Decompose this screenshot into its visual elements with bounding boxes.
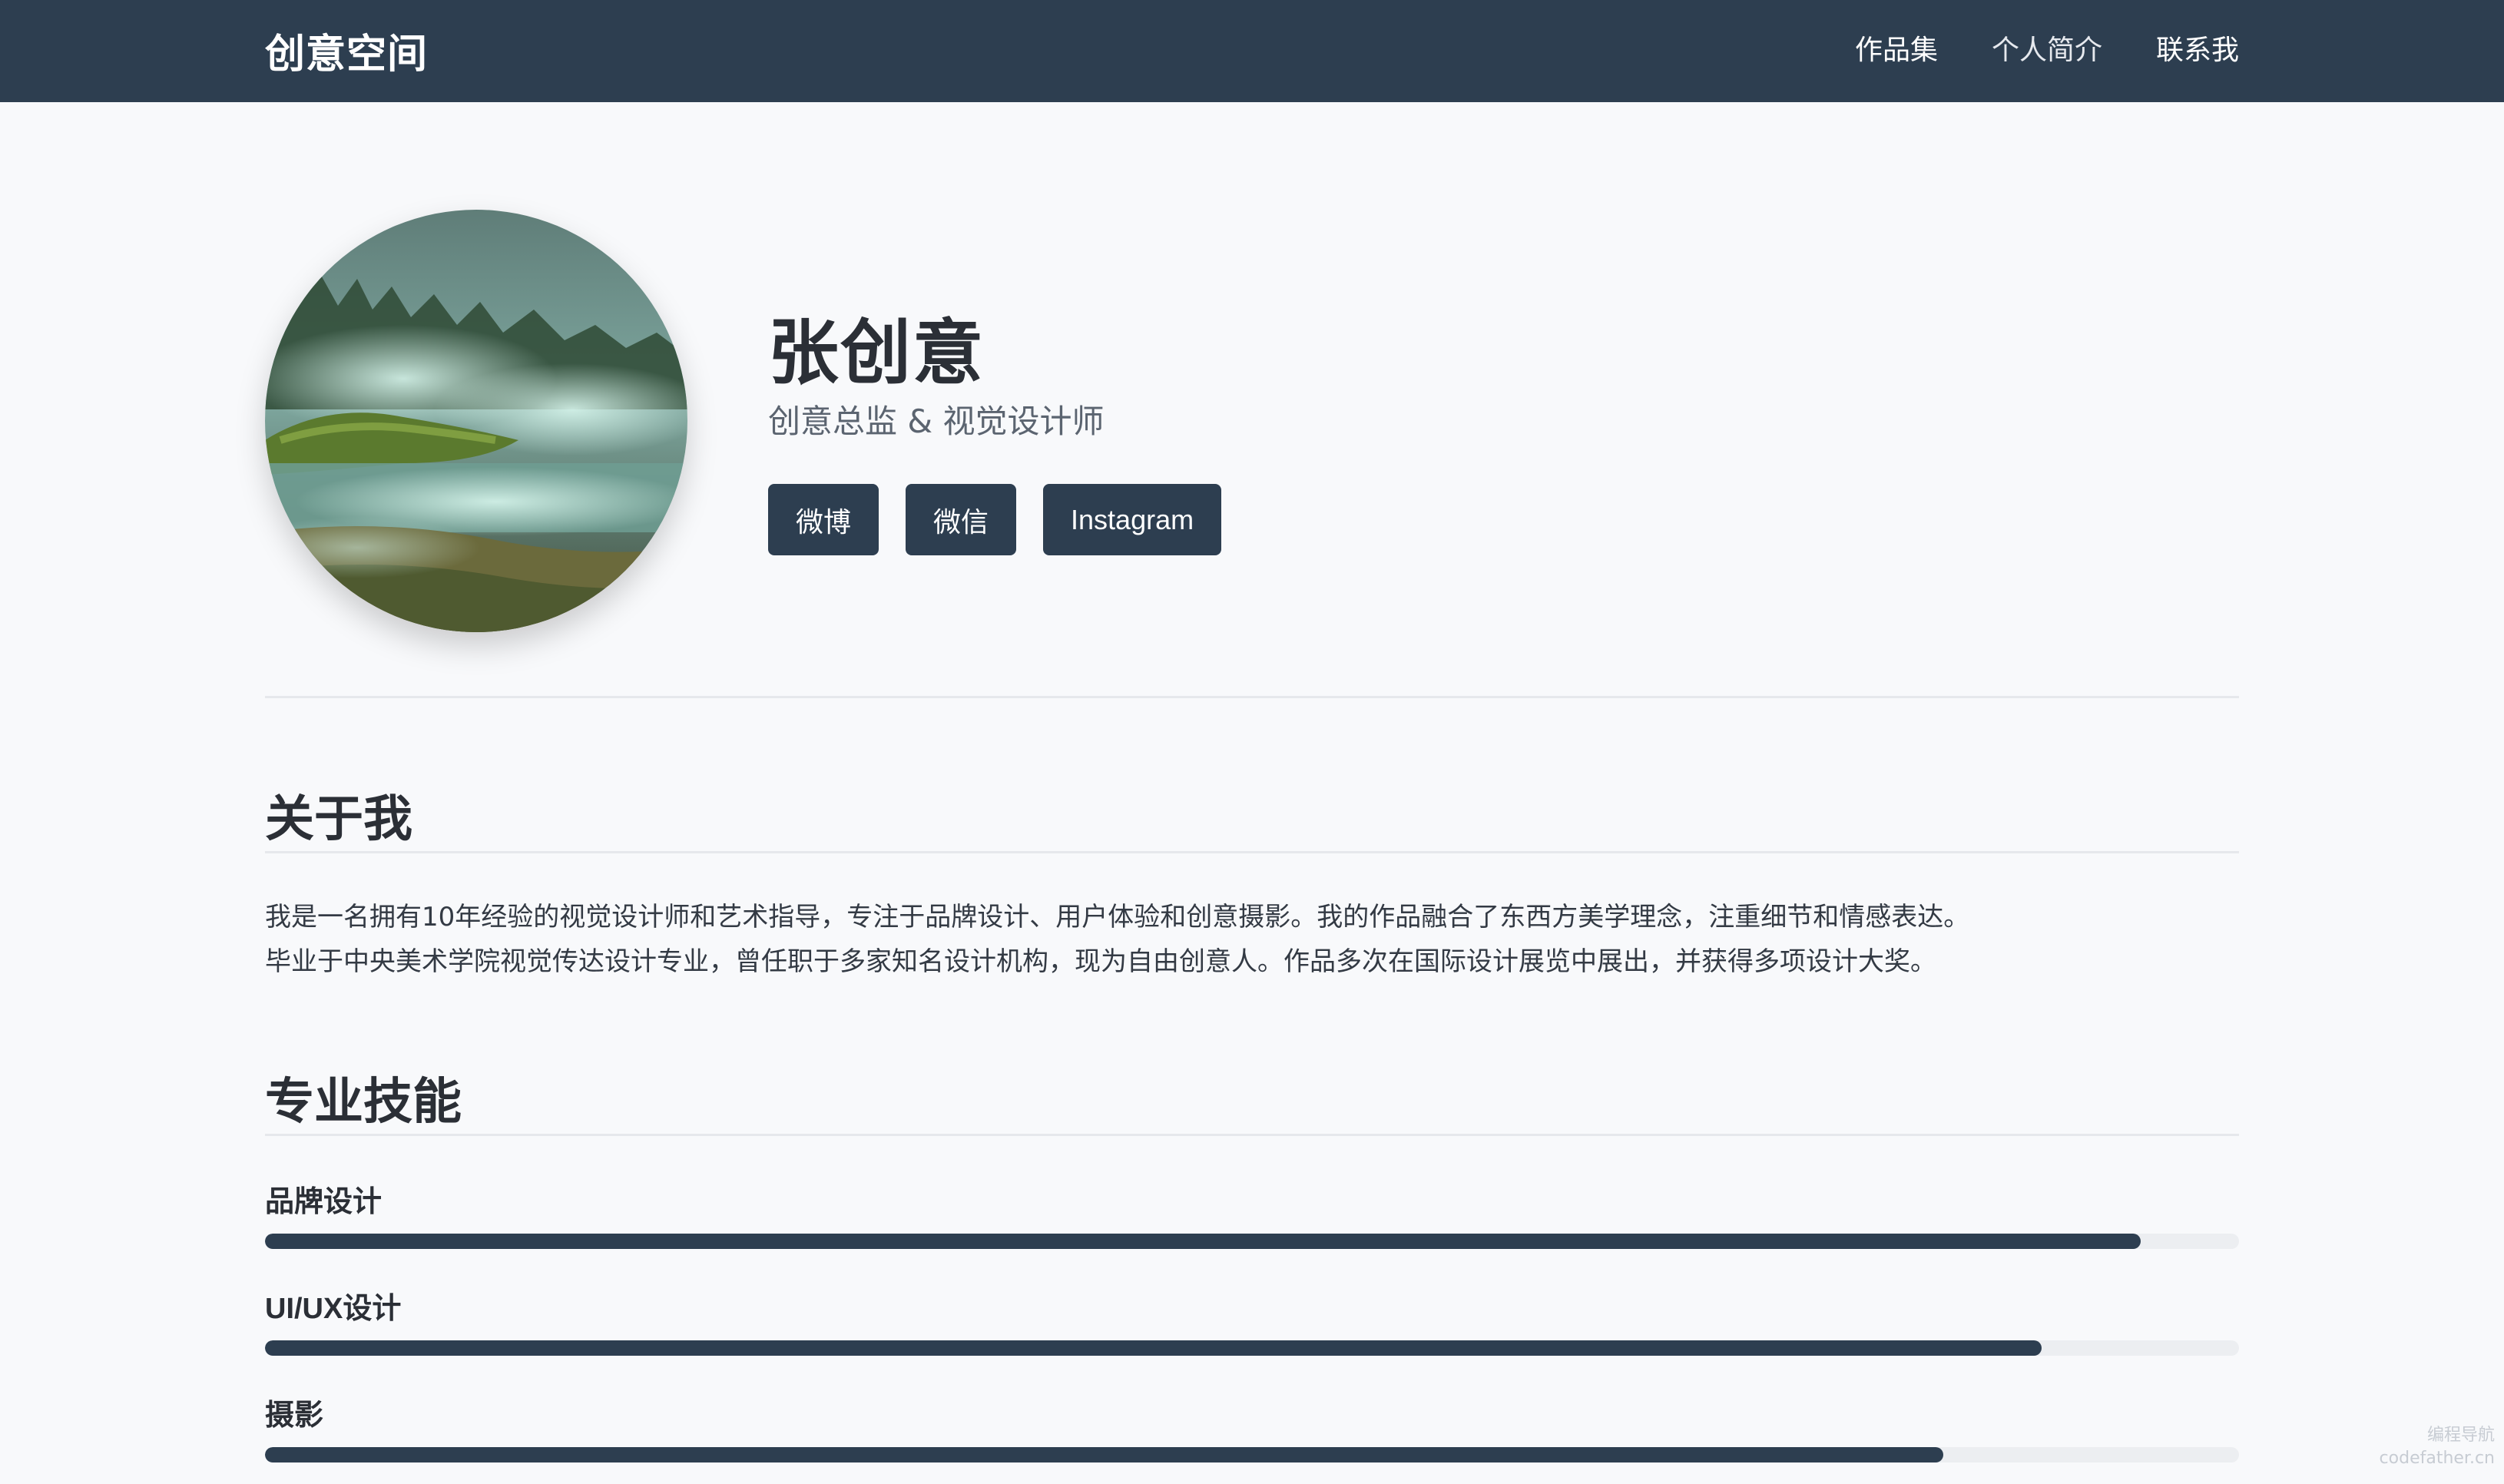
profile-name: 张创意 xyxy=(768,312,985,394)
skills-heading-underline xyxy=(265,1134,2239,1136)
skill-item: 品牌设计 xyxy=(265,1178,2239,1249)
watermark-line: 编程导航 xyxy=(2426,1426,2495,1445)
weibo-button[interactable]: 微博 xyxy=(768,484,879,555)
profile-photo xyxy=(265,210,687,632)
watermark-line: codefather.cn xyxy=(2379,1449,2495,1468)
skill-item: UI/UX设计 xyxy=(265,1284,2239,1356)
skill-label: UI/UX设计 xyxy=(265,1293,402,1325)
skill-label: 品牌设计 xyxy=(265,1186,383,1218)
skill-progress-track xyxy=(265,1447,2239,1462)
instagram-button[interactable]: Instagram xyxy=(1043,484,1222,555)
about-text: 我是一名拥有10年经验的视觉设计师和艺术指导，专注于品牌设计、用户体验和创意摄影… xyxy=(265,895,2239,984)
nav-link-contact[interactable]: 联系我 xyxy=(2156,28,2239,68)
profile-title: 创意总监 & 视觉设计师 xyxy=(768,402,1105,440)
top-navbar: 创意空间 作品集 个人简介 联系我 xyxy=(0,0,2504,102)
nav-link-about[interactable]: 个人简介 xyxy=(1992,28,2102,68)
social-links: 微博 微信 Instagram xyxy=(768,484,1222,555)
profile-divider xyxy=(265,696,2239,698)
skill-progress-track xyxy=(265,1234,2239,1249)
skills-heading: 专业技能 xyxy=(265,1074,462,1131)
skill-progress-track xyxy=(265,1340,2239,1356)
misty-landscape-photo xyxy=(265,210,687,632)
about-heading: 关于我 xyxy=(265,791,412,848)
brand-logo[interactable]: 创意空间 xyxy=(265,22,428,79)
about-heading-underline xyxy=(265,851,2239,853)
wechat-button[interactable]: 微信 xyxy=(906,484,1017,555)
skill-progress-fill xyxy=(265,1234,2141,1249)
about-paragraph: 我是一名拥有10年经验的视觉设计师和艺术指导，专注于品牌设计、用户体验和创意摄影… xyxy=(265,902,1970,932)
skill-progress-fill xyxy=(265,1340,2042,1356)
watermark: 编程导航 codefather.cn xyxy=(2380,1424,2495,1470)
skill-item: 摄影 xyxy=(265,1391,2239,1462)
nav-links: 作品集 个人简介 联系我 xyxy=(1855,28,2239,68)
skill-progress-fill xyxy=(265,1447,1943,1462)
skill-label: 摄影 xyxy=(265,1400,324,1432)
nav-link-portfolio[interactable]: 作品集 xyxy=(1855,28,1938,68)
about-paragraph: 毕业于中央美术学院视觉传达设计专业，曾任职于多家知名设计机构，现为自由创意人。作… xyxy=(265,946,1936,977)
